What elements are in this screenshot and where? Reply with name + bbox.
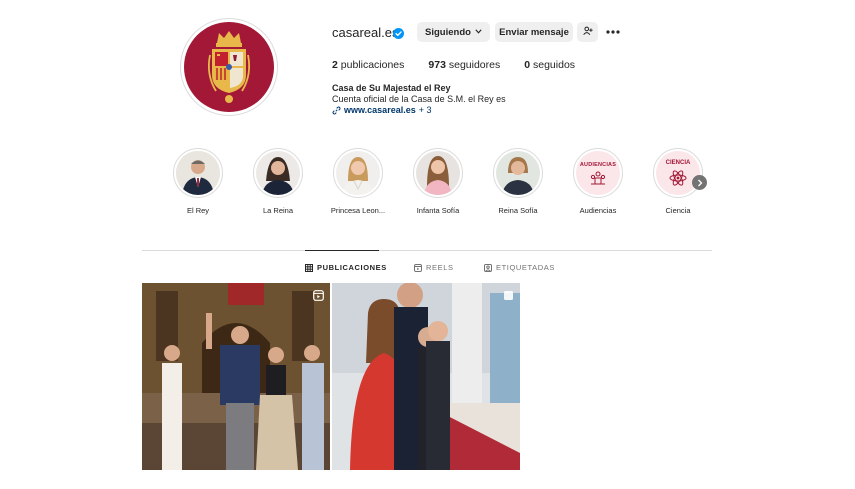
- highlight-el-rey[interactable]: El Rey: [168, 148, 228, 215]
- bio-link-url[interactable]: www.casareal.es: [344, 105, 416, 116]
- highlight-label: Reina Sofía: [498, 206, 538, 215]
- tagged-icon: [484, 263, 492, 272]
- bio-more-links[interactable]: + 3: [419, 105, 432, 116]
- followers-stat[interactable]: 973 seguidores: [428, 59, 500, 71]
- highlight-cover: [336, 151, 380, 195]
- tabs-divider: [142, 250, 712, 251]
- profile-tabs: PUBLICACIONES REELS ETIQUETADAS: [0, 263, 855, 275]
- highlights-next-button[interactable]: [692, 175, 707, 190]
- highlight-cover: [256, 151, 300, 195]
- profile-avatar[interactable]: [180, 18, 278, 116]
- highlight-princesa-leonor[interactable]: Princesa Leon...: [328, 148, 388, 215]
- following-count: 0: [524, 59, 531, 71]
- following-stat[interactable]: 0 seguidos: [524, 59, 575, 71]
- profile-bio: Casa de Su Majestad el Rey Cuenta oficia…: [332, 83, 506, 116]
- post-image: [332, 283, 520, 470]
- add-person-icon: [582, 26, 593, 39]
- more-options-icon[interactable]: [604, 24, 622, 40]
- highlight-label: Infanta Sofía: [416, 206, 460, 215]
- verified-badge-icon: [393, 26, 404, 44]
- suggested-accounts-button[interactable]: [577, 22, 598, 42]
- highlight-infanta-sofia[interactable]: Infanta Sofía: [408, 148, 468, 215]
- highlight-la-reina[interactable]: La Reina: [248, 148, 308, 215]
- tab-reels[interactable]: REELS: [414, 263, 454, 272]
- highlight-label: Ciencia: [665, 206, 691, 215]
- profile-username: casareal.es: [332, 25, 399, 40]
- highlight-cover: [176, 151, 220, 195]
- bio-description: Cuenta oficial de la Casa de S.M. el Rey…: [332, 94, 506, 104]
- chevron-down-icon: [475, 28, 482, 36]
- audience-icon: [590, 171, 606, 185]
- followers-label: seguidores: [448, 59, 501, 71]
- tab-posts[interactable]: PUBLICACIONES: [305, 263, 387, 272]
- highlight-cover: CIENCIA: [656, 151, 700, 195]
- post-thumbnail[interactable]: [142, 283, 330, 470]
- carousel-icon: [503, 288, 514, 306]
- highlight-cover: [416, 151, 460, 195]
- reels-icon: [414, 263, 422, 272]
- highlight-label: Audiencias: [579, 206, 617, 215]
- profile-stats: 2 publicaciones 973 seguidores 0 seguido…: [332, 59, 599, 71]
- bio-link[interactable]: www.casareal.es + 3: [332, 105, 506, 116]
- active-tab-indicator: [305, 250, 379, 251]
- tab-tagged-label: ETIQUETADAS: [496, 263, 555, 272]
- following-button-label: Siguiendo: [425, 26, 471, 38]
- highlight-label: El Rey: [186, 206, 210, 215]
- highlight-audiencias[interactable]: AUDIENCIAS Audiencias: [568, 148, 628, 215]
- posts-count: 2: [332, 59, 338, 71]
- reel-icon: [313, 288, 324, 306]
- posts-label: publicaciones: [340, 59, 405, 71]
- posts-stat: 2 publicaciones: [332, 59, 404, 71]
- grid-icon: [305, 263, 313, 272]
- highlight-cover: AUDIENCIAS: [576, 151, 620, 195]
- highlight-label: Princesa Leon...: [330, 206, 386, 215]
- link-icon: [332, 106, 341, 115]
- followers-count: 973: [428, 59, 446, 71]
- bio-name: Casa de Su Majestad el Rey: [332, 83, 451, 93]
- highlight-reina-sofia[interactable]: Reina Sofía: [488, 148, 548, 215]
- story-highlights: El Rey La Reina Princesa Leon... Infanta…: [168, 148, 728, 228]
- post-image: [142, 283, 330, 470]
- post-thumbnail[interactable]: [332, 283, 520, 470]
- send-message-button[interactable]: Enviar mensaje: [495, 22, 573, 42]
- following-button[interactable]: Siguiendo: [417, 22, 490, 42]
- chevron-right-icon: [697, 179, 703, 187]
- following-label: seguidos: [533, 59, 576, 71]
- royal-coat-of-arms: [184, 22, 274, 112]
- tab-posts-label: PUBLICACIONES: [317, 263, 387, 272]
- highlight-cover-text: AUDIENCIAS: [579, 161, 617, 168]
- atom-icon: [669, 169, 687, 187]
- tab-reels-label: REELS: [426, 263, 454, 272]
- highlight-cover: [496, 151, 540, 195]
- highlight-label: La Reina: [262, 206, 294, 215]
- tab-tagged[interactable]: ETIQUETADAS: [484, 263, 555, 272]
- highlight-cover-text: CIENCIA: [665, 159, 691, 166]
